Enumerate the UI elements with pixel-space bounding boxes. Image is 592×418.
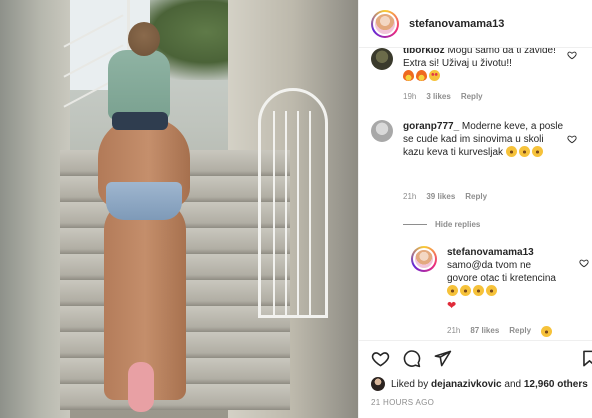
post-actions: Liked by dejanazivkovic and 12,960 other… [359, 340, 592, 418]
photo-child-shorts [112, 112, 168, 130]
reply-username[interactable]: stefanovamama13 [447, 247, 534, 258]
laughing-emoji-icon [486, 285, 497, 296]
comment-likes[interactable]: 39 likes [426, 192, 455, 201]
red-heart-emoji-icon: ❤ [447, 300, 457, 312]
likes-count-link[interactable]: 12,960 others [524, 379, 588, 390]
hide-replies-toggle[interactable]: Hide replies [403, 220, 480, 229]
liker-username[interactable]: dejanazivkovic [431, 379, 502, 390]
photo-denim-shorts [106, 182, 182, 220]
post-header: stefanovamama13 [359, 0, 592, 48]
divider-line [403, 224, 427, 225]
comment-icon[interactable] [402, 349, 421, 368]
comment-meta: 21h 39 likes Reply [403, 192, 488, 201]
heart-eyes-emoji-icon [429, 70, 440, 81]
comment-likes[interactable]: 3 likes [426, 92, 450, 101]
small-heart-icon[interactable] [567, 50, 577, 60]
reply-link[interactable]: Reply [509, 326, 531, 337]
commenter-username[interactable]: tiborkloz [403, 48, 445, 56]
small-heart-icon[interactable] [579, 258, 589, 268]
commenter-avatar[interactable] [371, 48, 393, 70]
laughing-emoji-icon [531, 146, 543, 157]
liked-by-row: Liked by dejanazivkovic and 12,960 other… [371, 377, 588, 391]
small-heart-icon[interactable] [567, 134, 577, 144]
laughing-emoji-icon [505, 146, 517, 157]
author-username[interactable]: stefanovamama13 [409, 18, 504, 30]
reply-link[interactable]: Reply [465, 192, 487, 201]
commenter-username[interactable]: goranp777_ [403, 121, 459, 132]
laughing-emoji-icon [541, 326, 553, 337]
bookmark-icon[interactable] [580, 349, 592, 368]
reply-likes[interactable]: 87 likes [470, 326, 499, 337]
laughing-emoji-icon [518, 146, 530, 157]
fire-emoji-icon [403, 70, 414, 81]
post-photo[interactable] [0, 0, 358, 418]
laughing-emoji-icon [447, 285, 458, 296]
post-timestamp[interactable]: 21 HOURS AGO [371, 398, 434, 407]
reply-author-avatar[interactable] [411, 246, 437, 272]
fire-emoji-icon [416, 70, 427, 81]
reply-text: stefanovamama13 samo@da tvom ne govore o… [447, 247, 556, 312]
action-icons [371, 349, 452, 368]
photo-shoe [128, 362, 154, 412]
reply-meta: 21h 87 likes Reply [447, 326, 554, 337]
laughing-emoji-icon [460, 285, 471, 296]
share-icon[interactable] [433, 349, 452, 368]
comment-text: goranp777_ Moderne keve, a posle se cude… [403, 121, 564, 158]
comment-meta: 19h 3 likes Reply [403, 92, 483, 101]
liker-avatar[interactable] [371, 377, 385, 391]
post-side-panel: stefanovamama13 tiborkloz Mogu samo da t… [358, 0, 592, 418]
photo-gate [258, 88, 328, 318]
photo-child-head [128, 22, 160, 56]
heart-icon[interactable] [371, 349, 390, 368]
commenter-avatar[interactable] [371, 120, 393, 142]
comment-text: tiborkloz Mogu samo da ti zavide! Extra … [403, 48, 565, 83]
reply-link[interactable]: Reply [461, 92, 483, 101]
comments-list: tiborkloz Mogu samo da ti zavide! Extra … [359, 48, 592, 340]
laughing-emoji-icon [473, 285, 484, 296]
author-avatar[interactable] [371, 9, 399, 38]
photo-child-shirt [108, 50, 170, 120]
